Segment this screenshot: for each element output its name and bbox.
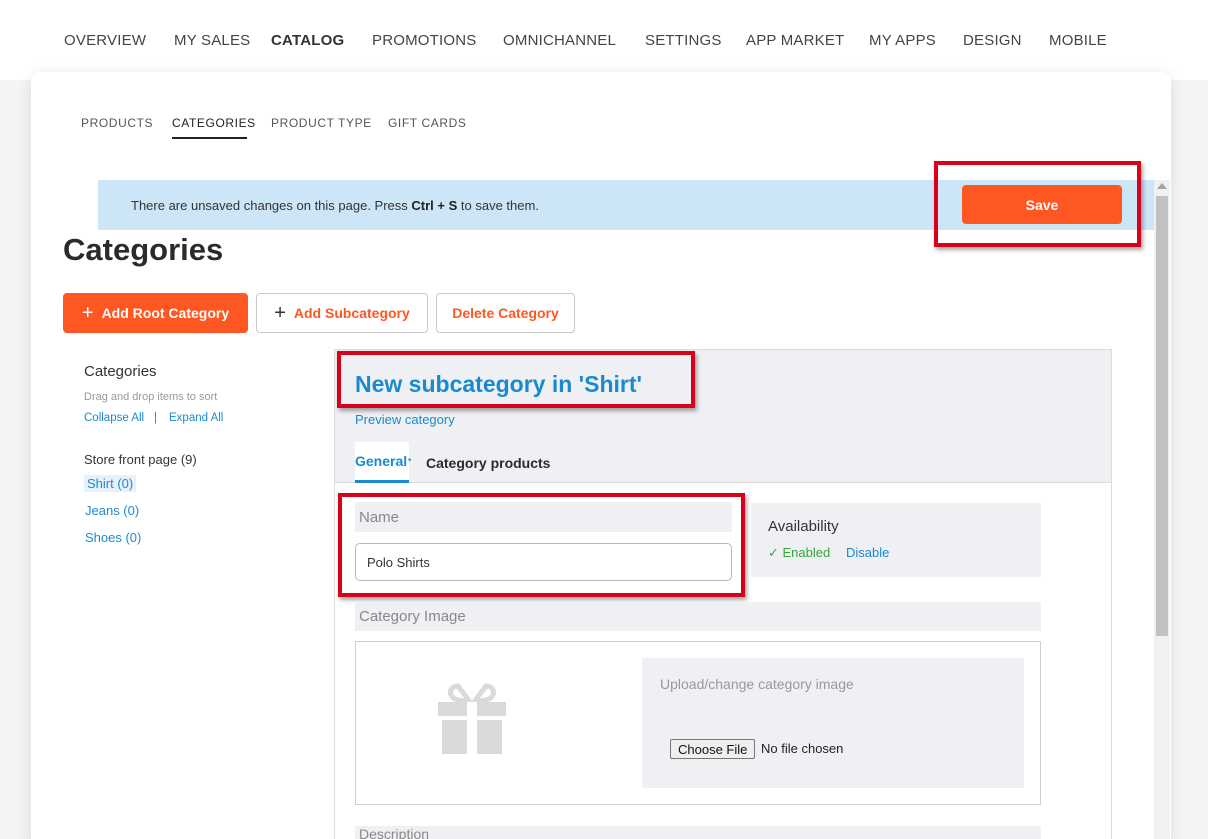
nav-my-sales[interactable]: MY SALES xyxy=(174,32,250,49)
highlight-box-save xyxy=(934,161,1141,247)
nav-overview[interactable]: OVERVIEW xyxy=(64,32,146,49)
nav-catalog[interactable]: CATALOG xyxy=(271,32,344,49)
nav-design[interactable]: DESIGN xyxy=(963,32,1022,49)
nav-settings[interactable]: SETTINGS xyxy=(645,32,722,49)
delete-category-button[interactable]: Delete Category xyxy=(436,293,575,333)
link-separator: | xyxy=(154,412,157,424)
category-tree-title: Categories xyxy=(84,363,157,380)
availability-enabled-status: ✓ Enabled xyxy=(768,545,831,560)
add-subcategory-button[interactable]: + Add Subcategory xyxy=(256,293,428,333)
scroll-up-arrow-icon[interactable] xyxy=(1157,183,1167,189)
nav-app-market[interactable]: APP MARKET xyxy=(746,32,844,49)
tab-general[interactable]: General * xyxy=(355,442,411,483)
plus-icon: + xyxy=(274,302,286,324)
expand-all-link[interactable]: Expand All xyxy=(169,412,223,424)
subnav-products[interactable]: PRODUCTS xyxy=(81,116,153,130)
category-image-label: Category Image xyxy=(355,602,1041,631)
plus-icon: + xyxy=(81,302,94,324)
category-tree-hint: Drag and drop items to sort xyxy=(84,391,218,403)
collapse-all-link[interactable]: Collapse All xyxy=(84,412,144,424)
add-root-category-button[interactable]: + Add Root Category xyxy=(63,293,248,333)
gift-placeholder-icon xyxy=(438,683,506,754)
tab-category-products[interactable]: Category products xyxy=(426,442,550,483)
availability-box xyxy=(751,503,1041,577)
save-shortcut: Ctrl + S xyxy=(411,198,458,213)
subnav-product-type[interactable]: PRODUCT TYPE xyxy=(271,116,372,130)
no-file-chosen-text: No file chosen xyxy=(761,741,844,756)
tree-item-shoes[interactable]: Shoes (0) xyxy=(82,529,144,546)
highlight-box-name xyxy=(338,493,745,597)
nav-mobile[interactable]: MOBILE xyxy=(1049,32,1107,49)
page-title: Categories xyxy=(63,232,224,267)
scrollbar-thumb[interactable] xyxy=(1156,196,1168,636)
top-nav: OVERVIEW MY SALES CATALOG PROMOTIONS OMN… xyxy=(0,0,1208,80)
tree-item-shirt[interactable]: Shirt (0) xyxy=(84,475,137,492)
nav-promotions[interactable]: PROMOTIONS xyxy=(372,32,477,49)
highlight-box-title xyxy=(337,351,695,408)
disable-link[interactable]: Disable xyxy=(846,545,889,560)
tree-root-store-front[interactable]: Store front page (9) xyxy=(84,452,197,467)
description-label: Description xyxy=(355,826,1041,839)
subnav-gift-cards[interactable]: GIFT CARDS xyxy=(388,116,466,130)
upload-image-label: Upload/change category image xyxy=(660,676,854,692)
unsaved-changes-message: There are unsaved changes on this page. … xyxy=(131,198,539,213)
subnav-active-underline xyxy=(172,137,247,139)
availability-title: Availability xyxy=(768,518,839,535)
tree-item-jeans[interactable]: Jeans (0) xyxy=(82,502,142,519)
nav-omnichannel[interactable]: OMNICHANNEL xyxy=(503,32,616,49)
preview-category-link[interactable]: Preview category xyxy=(355,412,455,427)
nav-my-apps[interactable]: MY APPS xyxy=(869,32,936,49)
subnav-categories[interactable]: CATEGORIES xyxy=(172,116,256,130)
choose-file-button[interactable]: Choose File xyxy=(670,739,756,759)
